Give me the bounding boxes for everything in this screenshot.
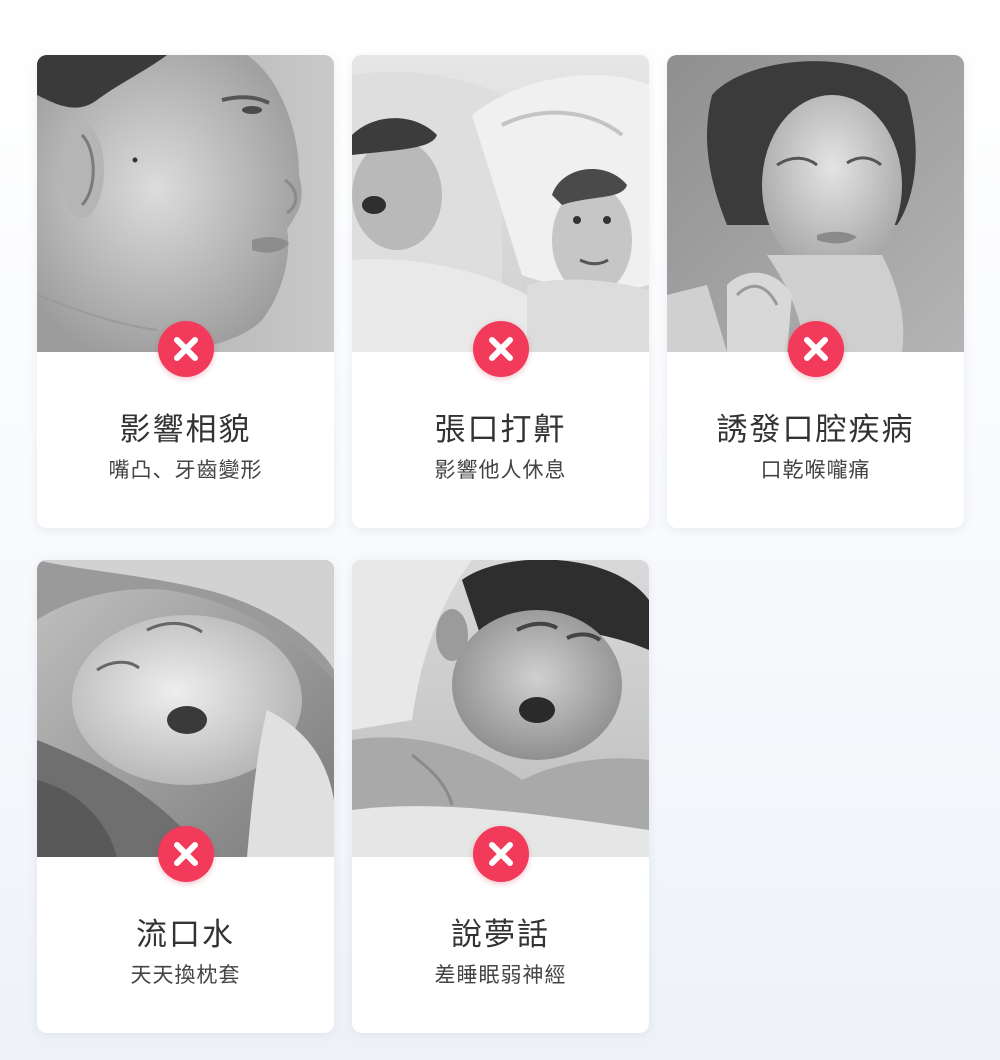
problem-card-appearance: 影響相貌 嘴凸、牙齒變形	[37, 55, 334, 528]
x-icon	[473, 321, 529, 377]
card-title: 張口打鼾	[434, 412, 567, 448]
sore-throat-woman-photo	[667, 55, 964, 352]
card-subtitle: 影響他人休息	[434, 458, 567, 482]
card-title: 誘發口腔疾病	[716, 412, 915, 448]
x-icon	[158, 826, 214, 882]
card-subtitle: 口乾喉嚨痛	[760, 458, 871, 482]
profile-face-photo	[37, 55, 334, 352]
x-icon	[788, 321, 844, 377]
x-icon	[473, 826, 529, 882]
card-subtitle: 差睡眠弱神經	[434, 963, 567, 987]
card-subtitle: 嘴凸、牙齒變形	[108, 458, 263, 482]
problem-card-sleep-talking: 說夢話 差睡眠弱神經	[352, 560, 649, 1033]
problem-card-snoring: 張口打鼾 影響他人休息	[352, 55, 649, 528]
problem-card-oral-disease: 誘發口腔疾病 口乾喉嚨痛	[667, 55, 964, 528]
sleeping-man-photo	[352, 560, 649, 857]
snoring-couple-photo	[352, 55, 649, 352]
card-subtitle: 天天換枕套	[130, 963, 241, 987]
problem-card-drooling: 流口水 天天換枕套	[37, 560, 334, 1033]
card-title: 流口水	[136, 917, 235, 953]
x-icon	[158, 321, 214, 377]
sleeping-child-photo	[37, 560, 334, 857]
card-title: 影響相貌	[119, 412, 252, 448]
card-title: 說夢話	[451, 917, 550, 953]
